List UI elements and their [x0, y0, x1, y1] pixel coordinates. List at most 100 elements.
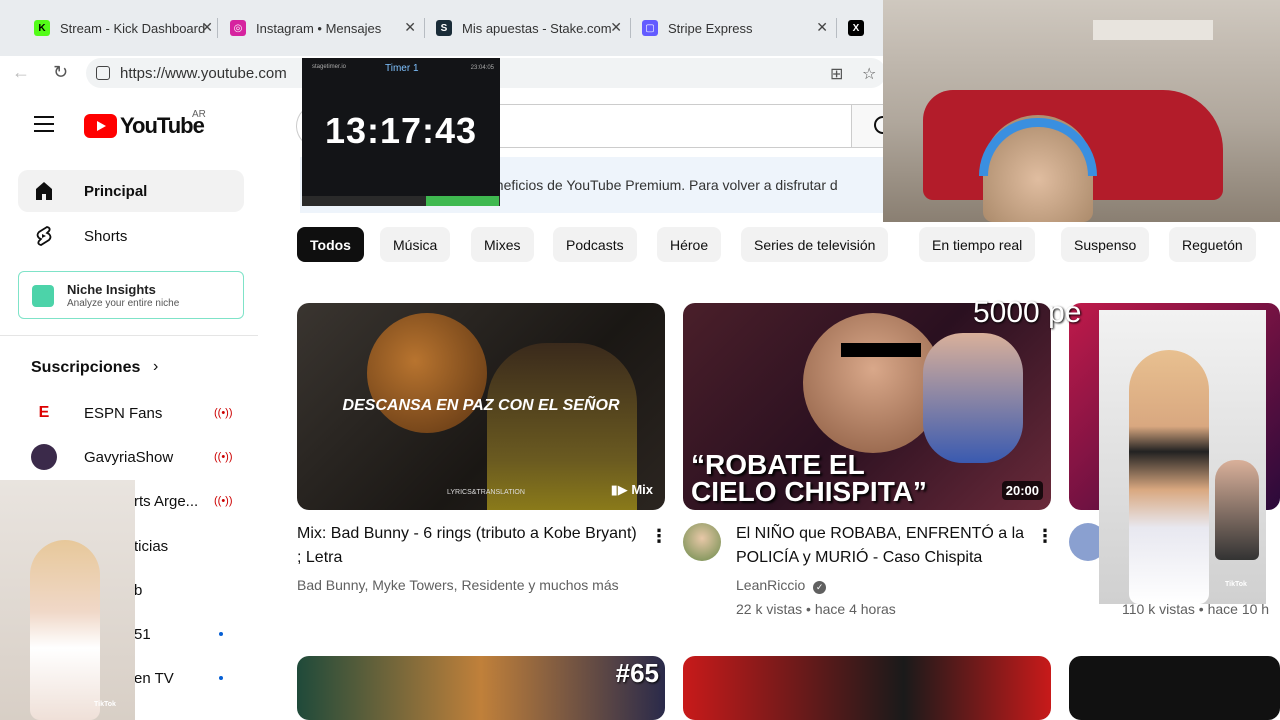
site-info-icon[interactable]	[96, 66, 110, 80]
live-indicator-icon: ((•))	[214, 407, 233, 419]
menu-icon[interactable]	[34, 116, 54, 137]
tiktok-video-overlay-right: TikTok	[1099, 310, 1266, 604]
video-thumbnail[interactable]: DESCANSA EN PAZ CON EL SEÑOR LYRICS&TRAN…	[297, 303, 665, 510]
subscription-name: GavyriaShow	[84, 448, 174, 466]
chip-series-tv[interactable]: Series de televisión	[741, 227, 889, 262]
children-image	[923, 333, 1023, 463]
chip-heroe[interactable]: Héroe	[657, 227, 722, 262]
back-icon[interactable]: ←	[12, 62, 30, 83]
reload-icon[interactable]: ↻	[53, 62, 68, 83]
tab-stake[interactable]: S Mis apuestas - Stake.com ✕	[424, 10, 626, 46]
tiktok-label: TikTok	[94, 701, 116, 708]
censor-bar	[841, 343, 921, 357]
stripe-icon: ▢	[642, 20, 658, 36]
favorite-star-icon[interactable]: ☆	[862, 64, 876, 84]
tab-x[interactable]: X (1	[836, 10, 885, 46]
avatar	[31, 444, 57, 470]
subscription-name: ESPN Fans	[84, 404, 163, 422]
chip-regueton[interactable]: Reguetón	[1169, 227, 1256, 262]
duration-badge: 20:00	[1001, 481, 1043, 500]
kick-icon: K	[34, 20, 50, 36]
close-tab-icon[interactable]: ✕	[404, 19, 416, 36]
timer-brand: stagetimer.io	[312, 64, 347, 70]
chip-label: Mixes	[484, 236, 521, 253]
subscription-item[interactable]: E ESPN Fans ((•))	[31, 398, 251, 428]
tab-kick-dashboard[interactable]: K Stream - Kick Dashboard ✕	[22, 10, 217, 46]
tab-stripe[interactable]: ▢ Stripe Express ✕	[630, 10, 832, 46]
subscriptions-title[interactable]: Suscripciones	[31, 359, 140, 377]
thumbnail-caption: DESCANSA EN PAZ CON EL SEÑOR	[342, 397, 620, 414]
subscription-name: en TV	[134, 669, 174, 687]
shelf-image	[1093, 20, 1213, 40]
close-tab-icon[interactable]: ✕	[816, 19, 828, 36]
subscription-name: rts Arge...	[134, 492, 199, 510]
timer-name: Timer 1	[385, 63, 419, 74]
url-text: https://www.youtube.com	[120, 64, 287, 82]
youtube-play-icon	[84, 114, 117, 138]
tab-instagram[interactable]: ◎ Instagram • Mensajes ✕	[218, 10, 420, 46]
video-channel[interactable]: LeanRiccio ✓	[736, 577, 827, 594]
tab-title: Mis apuestas - Stake.com	[462, 20, 612, 36]
sidebar-item-label: Shorts	[84, 227, 128, 245]
video-channel[interactable]: Bad Bunny, Myke Towers, Residente y much…	[297, 577, 619, 593]
background-person-image	[1215, 460, 1259, 560]
timer-progress-fill	[426, 196, 500, 206]
mix-badge: ▮▶ Mix	[611, 482, 653, 498]
niche-insights-subtitle: Analyze your entire niche	[67, 298, 180, 309]
chip-podcasts[interactable]: Podcasts	[553, 227, 637, 262]
stage-timer-overlay: stagetimer.io Timer 1 23:04:05 13:17:43	[302, 58, 500, 206]
close-tab-icon[interactable]: ✕	[610, 19, 622, 36]
person-image	[1129, 350, 1209, 604]
shorts-icon	[32, 224, 56, 248]
niche-insights-widget[interactable]: Niche Insights Analyze your entire niche	[18, 271, 244, 319]
chip-todos[interactable]: Todos	[297, 227, 364, 262]
search-button[interactable]	[851, 104, 892, 148]
video-thumbnail[interactable]	[683, 656, 1051, 720]
more-options-icon[interactable]: ⋮	[1036, 526, 1054, 547]
chevron-right-icon[interactable]: ›	[153, 358, 158, 376]
new-content-dot	[219, 676, 223, 680]
chip-musica[interactable]: Música	[380, 227, 451, 262]
video-title[interactable]: El NIÑO que ROBABA, ENFRENTÓ a la POLICÍ…	[736, 522, 1036, 570]
youtube-logo[interactable]: YouTube AR	[84, 109, 206, 139]
live-indicator-icon: ((•))	[214, 495, 233, 507]
video-title[interactable]: Mix: Bad Bunny - 6 rings (tributo a Kobe…	[297, 522, 637, 570]
video-thumbnail[interactable]: #65	[297, 656, 665, 720]
subscription-item[interactable]: GavyriaShow ((•))	[31, 442, 251, 472]
close-tab-icon[interactable]: ✕	[201, 19, 213, 36]
new-content-dot	[219, 632, 223, 636]
video-thumbnail[interactable]: “ROBATE EL CIELO CHISPITA” 20:00	[683, 303, 1051, 510]
tiktok-label: TikTok	[1225, 581, 1247, 588]
browser-tab-strip: K Stream - Kick Dashboard ✕ ◎ Instagram …	[0, 0, 885, 56]
sidebar-item-shorts[interactable]: Shorts	[18, 215, 244, 257]
tab-title: Instagram • Mensajes	[256, 20, 382, 36]
instagram-icon: ◎	[230, 20, 246, 36]
episode-number: #65	[615, 658, 659, 688]
timer-clock: 23:04:05	[470, 65, 494, 71]
chip-label: Suspenso	[1074, 236, 1137, 253]
niche-insights-title: Niche Insights	[67, 282, 156, 297]
more-options-icon[interactable]: ⋮	[650, 526, 668, 547]
person-image	[30, 540, 100, 720]
subscription-name: ticias	[134, 537, 169, 555]
chip-label: Todos	[310, 236, 351, 253]
chip-label: Series de televisión	[754, 236, 876, 253]
donation-overlay-text: 5000 pe	[973, 296, 1082, 329]
tab-title: Stripe Express	[668, 20, 753, 36]
chip-label: Reguetón	[1182, 236, 1243, 253]
chip-en-tiempo-real[interactable]: En tiempo real	[919, 227, 1036, 262]
boy-image	[803, 313, 943, 453]
channel-avatar[interactable]	[683, 523, 721, 561]
chip-mixes[interactable]: Mixes	[471, 227, 534, 262]
chip-suspenso[interactable]: Suspenso	[1061, 227, 1150, 262]
tab-title: Stream - Kick Dashboard	[60, 20, 205, 36]
espn-avatar-icon: E	[31, 400, 57, 426]
app-available-icon[interactable]: ⊞	[830, 64, 843, 84]
chip-label: En tiempo real	[932, 236, 1023, 253]
sidebar-item-principal[interactable]: Principal	[18, 170, 244, 212]
video-thumbnail[interactable]	[1069, 656, 1280, 720]
country-code: AR	[192, 109, 206, 120]
tiktok-video-overlay-left: TikTok	[0, 480, 135, 720]
thumbnail-caption-2: CIELO CHISPITA”	[691, 476, 927, 507]
channel-name: LeanRiccio	[736, 577, 806, 593]
